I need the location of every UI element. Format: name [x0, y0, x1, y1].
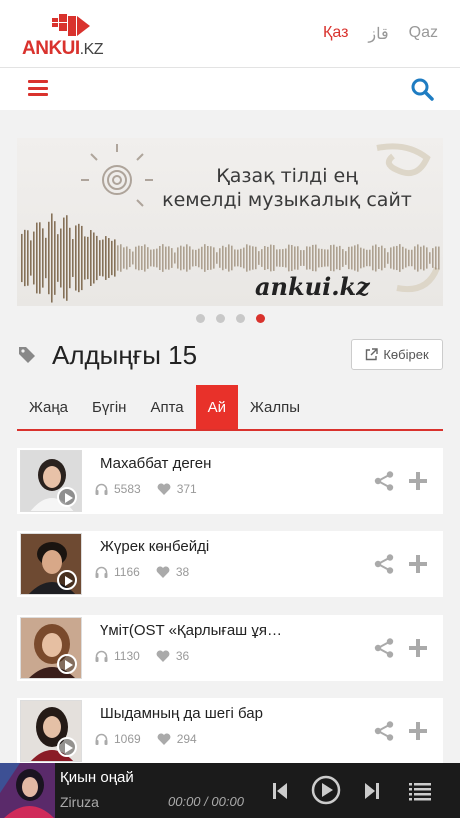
- more-button[interactable]: Көбірек: [351, 339, 443, 370]
- song-stats: 1130 36: [95, 649, 205, 663]
- tab-month[interactable]: Ай: [195, 385, 238, 429]
- nav-bar: [0, 68, 460, 110]
- now-playing-cover[interactable]: [0, 763, 55, 818]
- share-icon[interactable]: [373, 637, 395, 659]
- previous-icon[interactable]: [272, 781, 288, 801]
- like-count: 294: [176, 732, 197, 746]
- section-title: Алдыңғы 15: [52, 339, 198, 370]
- plus-icon[interactable]: [407, 553, 429, 575]
- headphones-icon: [95, 566, 108, 578]
- carousel-dot[interactable]: [196, 314, 205, 323]
- play-icon[interactable]: [57, 654, 77, 674]
- lang-kazakh-latin[interactable]: Qaz: [409, 24, 438, 44]
- banner-url: ankui.kz: [255, 272, 370, 301]
- song-title[interactable]: Махаббат деген: [100, 455, 310, 472]
- logo-domain: .KZ: [79, 41, 104, 58]
- lang-kazakh-cyrillic[interactable]: Қаз: [323, 24, 348, 44]
- song-title[interactable]: Үміт(OST «Қарлығаш ұя…: [100, 622, 310, 639]
- banner-art: [21, 143, 440, 303]
- banner-line-1: Қазақ тілді ең: [216, 165, 358, 187]
- list-item[interactable]: Махаббат деген 5583 371: [17, 448, 443, 514]
- like-count: 371: [176, 482, 197, 496]
- plus-icon[interactable]: [407, 470, 429, 492]
- share-icon[interactable]: [373, 470, 395, 492]
- lang-kazakh-arabic[interactable]: قاز: [368, 24, 388, 44]
- menu-icon[interactable]: [28, 80, 48, 96]
- heart-icon[interactable]: [156, 650, 170, 662]
- list-item[interactable]: Жүрек көнбейді 1166 38: [17, 531, 443, 597]
- headphones-icon: [95, 733, 108, 745]
- carousel-dot[interactable]: [256, 314, 265, 323]
- headphones-icon: [95, 483, 108, 495]
- carousel-dots: [196, 314, 265, 323]
- song-title[interactable]: Шыдамның да шегі бар: [100, 705, 310, 722]
- logo-text: ANKUI.KZ: [22, 38, 104, 60]
- listen-count: 1130: [114, 649, 140, 663]
- share-icon[interactable]: [373, 553, 395, 575]
- listen-count: 5583: [114, 482, 141, 496]
- heart-icon[interactable]: [157, 483, 171, 495]
- song-title[interactable]: Жүрек көнбейді: [100, 538, 310, 555]
- heart-icon[interactable]: [157, 733, 171, 745]
- period-tabs: Жаңа Бүгін Апта Ай Жалпы: [17, 385, 443, 431]
- song-cover[interactable]: [20, 533, 82, 595]
- more-button-label: Көбірек: [383, 347, 429, 362]
- listen-count: 1069: [114, 732, 141, 746]
- like-count: 36: [175, 649, 190, 663]
- song-cover[interactable]: [20, 700, 82, 762]
- playlist-icon[interactable]: [409, 781, 431, 801]
- logo-name: ANKUI: [22, 38, 80, 59]
- tab-new[interactable]: Жаңа: [17, 385, 80, 429]
- plus-icon[interactable]: [407, 720, 429, 742]
- headphones-icon: [95, 650, 108, 662]
- play-icon[interactable]: [57, 487, 77, 507]
- like-count: 38: [175, 565, 190, 579]
- promo-banner[interactable]: Қазақ тілді ең кемелді музыкалық сайт an…: [17, 138, 443, 306]
- song-stats: 1166 38: [95, 565, 205, 579]
- carousel-dot[interactable]: [216, 314, 225, 323]
- list-item[interactable]: Үміт(OST «Қарлығаш ұя… 1130 36: [17, 615, 443, 681]
- current-time: 00:00: [168, 794, 201, 809]
- play-icon[interactable]: [57, 570, 77, 590]
- next-icon[interactable]: [364, 781, 380, 801]
- now-playing-artist: Ziruza: [60, 794, 99, 810]
- song-stats: 1069 294: [95, 732, 213, 746]
- top-header: ANKUI.KZ Қаз قاز Qaz: [0, 0, 460, 68]
- song-cover[interactable]: [20, 450, 82, 512]
- tab-all-time[interactable]: Жалпы: [238, 385, 312, 429]
- duration: 00:00: [211, 794, 244, 809]
- banner-line-2: кемелді музыкалық сайт: [162, 189, 412, 211]
- listen-count: 1166: [114, 565, 140, 579]
- site-logo[interactable]: ANKUI.KZ: [22, 14, 112, 60]
- time-separator: /: [204, 794, 208, 809]
- carousel-dot[interactable]: [236, 314, 245, 323]
- play-icon[interactable]: [311, 775, 341, 805]
- plus-icon[interactable]: [407, 637, 429, 659]
- play-icon[interactable]: [57, 737, 77, 757]
- tab-week[interactable]: Апта: [138, 385, 195, 429]
- share-icon[interactable]: [373, 720, 395, 742]
- waveform-graphic: [21, 213, 440, 303]
- tag-icon: [19, 347, 35, 363]
- language-switcher: Қаз قاز Qaz: [323, 24, 438, 44]
- now-playing-title: Қиын оңай: [60, 769, 134, 786]
- song-cover[interactable]: [20, 617, 82, 679]
- tab-today[interactable]: Бүгін: [80, 385, 138, 429]
- playback-time: 00:00 / 00:00: [168, 794, 244, 809]
- logo-mark-icon: [52, 14, 90, 36]
- audio-player-bar: Қиын оңай Ziruza 00:00 / 00:00: [0, 763, 460, 818]
- heart-icon[interactable]: [156, 566, 170, 578]
- external-link-icon: [366, 348, 379, 361]
- list-item[interactable]: Шыдамның да шегі бар 1069 294: [17, 698, 443, 764]
- section-header: Алдыңғы 15: [18, 340, 197, 370]
- search-icon[interactable]: [410, 77, 434, 101]
- song-stats: 5583 371: [95, 482, 213, 496]
